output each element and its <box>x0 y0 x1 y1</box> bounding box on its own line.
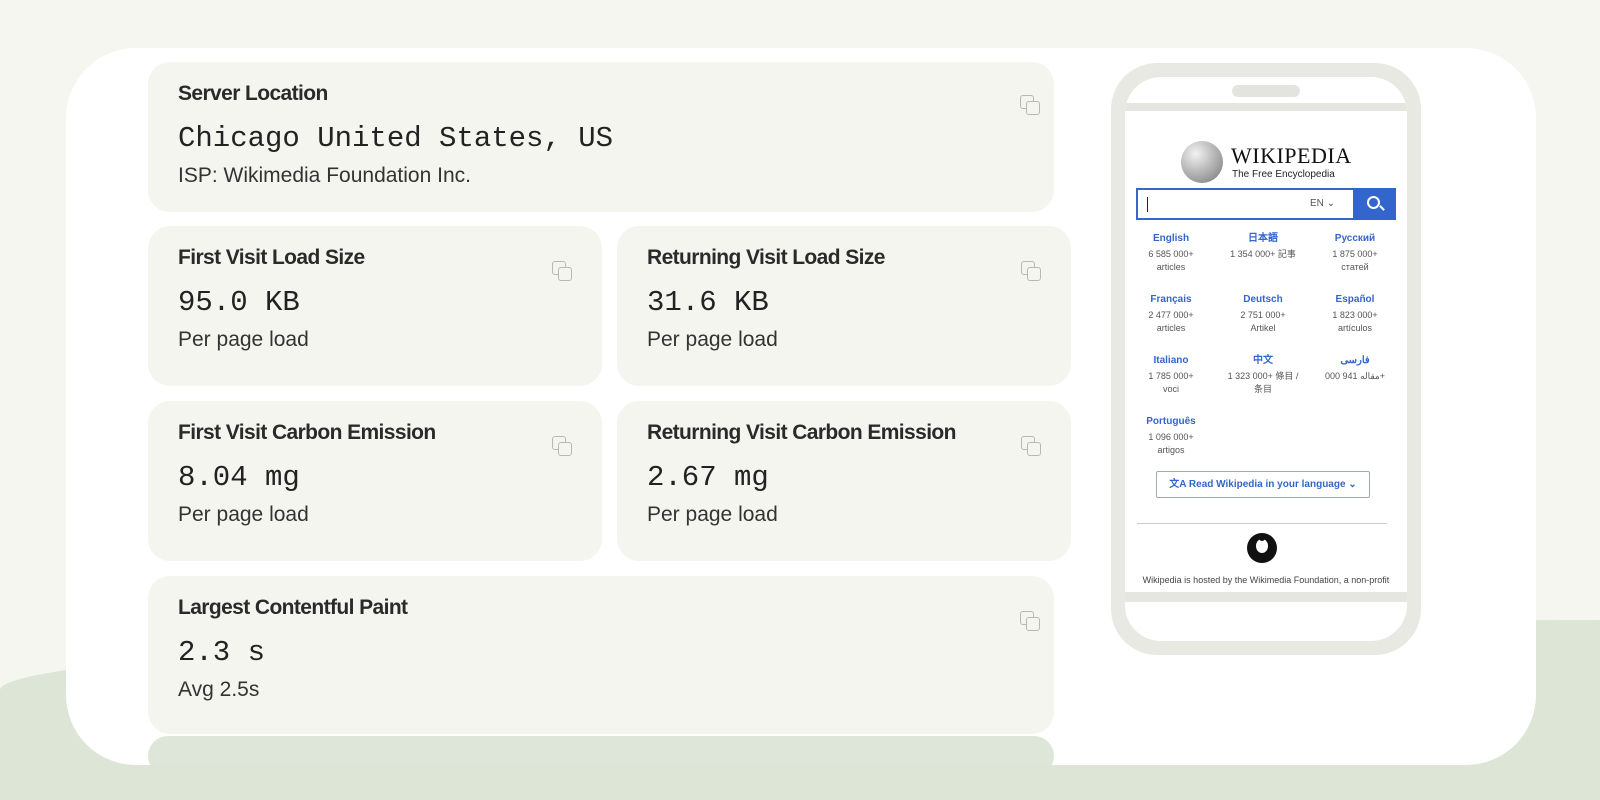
copy-icon[interactable] <box>1021 261 1043 283</box>
lcp-card: Largest Contentful Paint 2.3 s Avg 2.5s <box>148 576 1054 734</box>
first-visit-carbon-card: First Visit Carbon Emission 8.04 mg Per … <box>148 401 602 561</box>
wikipedia-search-input[interactable]: EN ⌄ <box>1136 188 1396 220</box>
search-icon-handle <box>1379 205 1385 211</box>
copy-icon[interactable] <box>1021 436 1043 458</box>
phone-preview: WIKIPEDIA The Free Encyclopedia EN ⌄ Eng… <box>1111 63 1421 655</box>
first-visit-carbon-label: First Visit Carbon Emission <box>178 421 436 444</box>
server-location-card: Server Location Chicago United States, U… <box>148 62 1054 212</box>
copy-icon[interactable] <box>552 436 574 458</box>
wikimedia-logo <box>1247 533 1277 563</box>
lcp-label: Largest Contentful Paint <box>178 596 408 619</box>
search-icon <box>1367 196 1380 209</box>
copy-icon[interactable] <box>1020 611 1042 633</box>
translate-icon: 文A <box>1169 479 1187 490</box>
returning-visit-load-value: 31.6 KB <box>647 286 769 319</box>
returning-visit-load-card: Returning Visit Load Size 31.6 KB Per pa… <box>617 226 1071 386</box>
lcp-sub: Avg 2.5s <box>178 678 260 701</box>
first-visit-load-card: First Visit Load Size 95.0 KB Per page l… <box>148 226 602 386</box>
wikipedia-tagline: The Free Encyclopedia <box>1232 169 1335 180</box>
server-location-label: Server Location <box>178 82 328 105</box>
website-screenshot: WIKIPEDIA The Free Encyclopedia EN ⌄ Eng… <box>1125 111 1407 592</box>
copy-icon[interactable] <box>1020 95 1042 117</box>
phone-bezel-bottom <box>1125 592 1407 602</box>
footer-divider <box>1137 523 1387 524</box>
language-link[interactable]: Português 1 096 000+ artigos <box>1126 415 1216 457</box>
returning-visit-carbon-sub: Per page load <box>647 503 778 526</box>
wikipedia-footer-text: Wikipedia is hosted by the Wikimedia Fou… <box>1142 575 1390 585</box>
lcp-value: 2.3 s <box>178 636 266 669</box>
wikipedia-globe-icon <box>1181 141 1223 183</box>
server-location-value: Chicago United States, US <box>178 122 614 155</box>
search-button[interactable] <box>1353 188 1396 220</box>
phone-speaker <box>1232 85 1300 97</box>
language-link[interactable]: Español 1 823 000+ artículos <box>1310 293 1400 335</box>
first-visit-carbon-value: 8.04 mg <box>178 461 300 494</box>
returning-visit-carbon-label: Returning Visit Carbon Emission <box>647 421 956 444</box>
returning-visit-load-label: Returning Visit Load Size <box>647 246 885 269</box>
chevron-down-icon: ⌄ <box>1348 479 1357 490</box>
returning-visit-carbon-value: 2.67 mg <box>647 461 769 494</box>
isp-text: ISP: Wikimedia Foundation Inc. <box>178 164 471 187</box>
language-link[interactable]: Français 2 477 000+ articles <box>1126 293 1216 335</box>
language-link[interactable]: 日本語 1 354 000+ 記事 <box>1218 232 1308 261</box>
first-visit-carbon-sub: Per page load <box>178 503 309 526</box>
read-in-your-language-button[interactable]: 文A Read Wikipedia in your language ⌄ <box>1156 471 1370 498</box>
chevron-down-icon: ⌄ <box>1326 198 1336 209</box>
next-card-peek <box>148 736 1054 765</box>
first-visit-load-label: First Visit Load Size <box>178 246 365 269</box>
returning-visit-load-sub: Per page load <box>647 328 778 351</box>
first-visit-load-sub: Per page load <box>178 328 309 351</box>
language-link[interactable]: English 6 585 000+ articles <box>1126 232 1216 274</box>
language-link[interactable]: Deutsch 2 751 000+ Artikel <box>1218 293 1308 335</box>
returning-visit-carbon-card: Returning Visit Carbon Emission 2.67 mg … <box>617 401 1071 561</box>
text-caret <box>1147 197 1148 212</box>
language-link[interactable]: Italiano 1 785 000+ voci <box>1126 354 1216 396</box>
first-visit-load-value: 95.0 KB <box>178 286 300 319</box>
language-link[interactable]: فارسی مقاله 941 000+ <box>1310 354 1400 383</box>
copy-icon[interactable] <box>552 261 574 283</box>
language-link[interactable]: Русский 1 875 000+ статей <box>1310 232 1400 274</box>
language-select[interactable]: EN ⌄ <box>1310 198 1335 209</box>
phone-frame: WIKIPEDIA The Free Encyclopedia EN ⌄ Eng… <box>1125 77 1407 641</box>
phone-bezel-top <box>1125 103 1407 111</box>
language-link[interactable]: 中文 1 323 000+ 條目 / 条目 <box>1218 354 1308 396</box>
wikipedia-wordmark: WIKIPEDIA <box>1231 143 1352 168</box>
